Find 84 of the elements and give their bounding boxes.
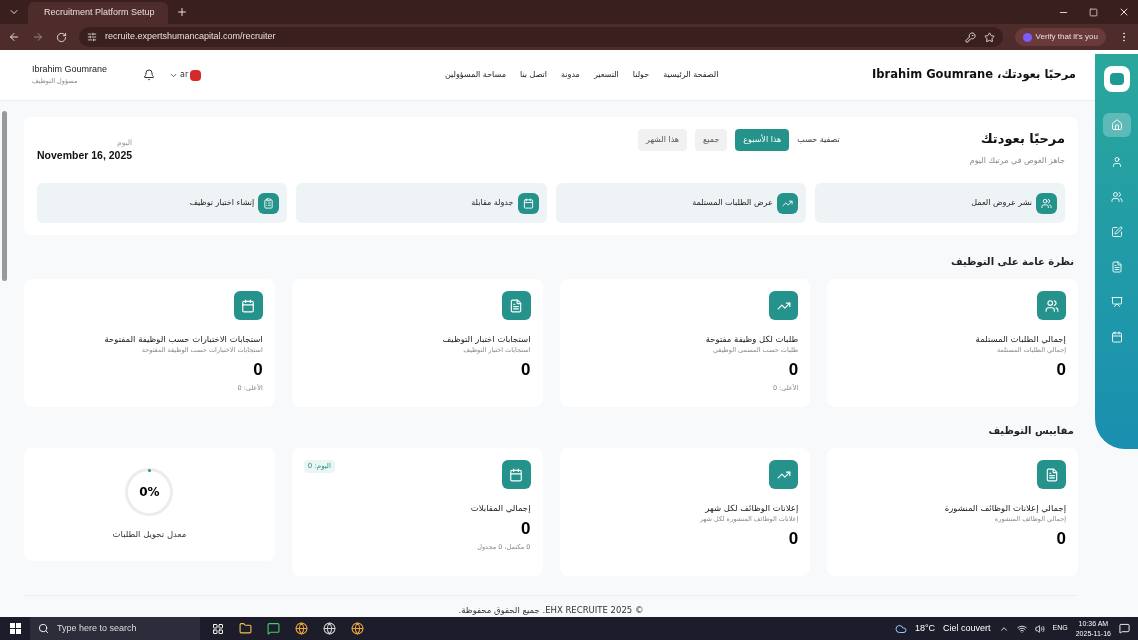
quick-action-button[interactable]: نشر عروض العمل: [814, 183, 1065, 223]
calendar-icon: [509, 467, 523, 482]
maximize-icon[interactable]: [1089, 7, 1098, 17]
folder-icon[interactable]: [239, 622, 252, 635]
welcome-subtitle: جاهز الغوص في مرتبك اليوم: [969, 154, 1065, 167]
clipboard-icon: [263, 197, 275, 209]
calendar-icon: [241, 298, 256, 313]
nav-link[interactable]: مدونة: [561, 69, 580, 81]
verify-button[interactable]: Verify that it's you: [1014, 28, 1106, 46]
user-name: Ibrahim Goumrane: [32, 63, 108, 77]
greeting-text: مرحبًا بعودتك، Ibrahim Goumrane: [872, 66, 1076, 84]
card-title: إعلانات الوظائف لكل شهر: [705, 502, 799, 515]
volume-icon[interactable]: [1034, 623, 1045, 634]
card-value: 0: [788, 527, 799, 550]
users-icon: [1110, 191, 1123, 203]
progress-ring: 0%: [125, 468, 174, 517]
card-value: 0: [1056, 358, 1066, 381]
address-bar[interactable]: recruite.expertshumancapital.com/recruiter: [79, 27, 1003, 47]
section-title: نظرة عامة على التوظيف: [950, 255, 1075, 269]
users-icon: [1044, 298, 1059, 313]
card-value: 0: [1056, 527, 1066, 550]
users-icon: [1041, 197, 1052, 209]
card-title: طلبات لكل وظيفة مفتوحة: [705, 333, 799, 346]
document-icon: [1110, 261, 1123, 273]
task-view-icon[interactable]: [212, 622, 224, 635]
card-title: إجمالي المقابلات: [470, 502, 531, 515]
tab-title: Recruitment Platform Setup: [44, 6, 155, 20]
search-icon: [38, 623, 49, 634]
nav-link[interactable]: الصفحة الرئيسية: [663, 69, 719, 81]
calendar-icon: [522, 197, 534, 209]
card-value: 0: [521, 517, 531, 540]
cloud-icon: [894, 622, 907, 635]
document-icon: [509, 298, 523, 313]
language-selector[interactable]: ar: [169, 69, 202, 81]
presentation-icon: [1110, 296, 1123, 308]
back-icon[interactable]: [8, 31, 20, 43]
card-title: استجابات اختبار التوظيف: [442, 333, 531, 346]
temperature-text: 18°C: [914, 621, 935, 635]
card-title: معدل تحويل الطلبات: [112, 528, 187, 541]
quick-action-button[interactable]: إنشاء اختبار توظيف: [37, 183, 288, 223]
new-tab-icon[interactable]: [176, 6, 188, 18]
bell-icon[interactable]: [143, 69, 156, 81]
close-window-icon[interactable]: [1118, 6, 1130, 18]
weather-text: Ciel couvert: [943, 621, 991, 635]
card-title: إجمالي إعلانات الوظائف المنشورة: [944, 502, 1066, 515]
browser-tab[interactable]: Recruitment Platform Setup: [28, 2, 168, 24]
filter-tab[interactable]: هذا الأسبوع: [735, 129, 790, 151]
app-logo-icon[interactable]: [1103, 66, 1130, 92]
document-icon: [1044, 467, 1059, 482]
user-icon: [1110, 156, 1123, 168]
key-icon[interactable]: [964, 31, 976, 43]
home-icon: [1110, 119, 1123, 131]
footer-text: © 2025 EHX RECRUITE. جميع الحقوق محفوظة.: [458, 604, 644, 617]
bookmark-star-icon[interactable]: [983, 31, 995, 43]
card-value: 0: [788, 358, 799, 381]
filter-label: تصفية حسب: [797, 134, 840, 146]
nav-link[interactable]: مساحة المسؤولين: [444, 69, 506, 81]
taskbar-search-field[interactable]: Type here to search: [30, 617, 200, 640]
filter-tab[interactable]: جميع: [695, 129, 728, 151]
pen-square-icon: [1110, 226, 1123, 238]
card-title: استجابات الاختبارات حسب الوظيفة المفتوحة: [104, 333, 263, 346]
section-title: مقاييس التوظيف: [987, 424, 1075, 438]
chat-app-icon[interactable]: [267, 622, 280, 635]
nav-link[interactable]: التسعير: [593, 69, 619, 81]
nav-link[interactable]: حولنا: [632, 69, 650, 81]
url-text: recruite.expertshumancapital.com/recruiter: [105, 30, 277, 44]
site-settings-icon: [87, 32, 97, 42]
calendar-icon: [1110, 331, 1123, 343]
browser-icon[interactable]: [323, 622, 336, 635]
filter-tab[interactable]: هذا الشهر: [638, 129, 688, 151]
card-value: 0: [253, 358, 263, 381]
date-text: November 16, 2025: [37, 148, 133, 164]
nav-link[interactable]: اتصل بنا: [519, 69, 548, 81]
quick-action-button[interactable]: جدولة مقابلة: [296, 183, 547, 223]
notifications-icon[interactable]: [1119, 623, 1130, 634]
card-value: 0: [521, 358, 531, 381]
browser-icon[interactable]: [351, 622, 364, 635]
sidebar-item[interactable]: [1102, 113, 1131, 137]
reload-icon[interactable]: [56, 31, 67, 43]
network-icon[interactable]: [1016, 623, 1027, 634]
quick-action-button[interactable]: عرض الطلبات المستلمة: [555, 183, 806, 223]
welcome-title: مرحبًا بعودتك: [979, 130, 1065, 148]
card-title: إجمالي الطلبات المستلمة: [975, 333, 1066, 346]
browser-icon[interactable]: [295, 622, 308, 635]
